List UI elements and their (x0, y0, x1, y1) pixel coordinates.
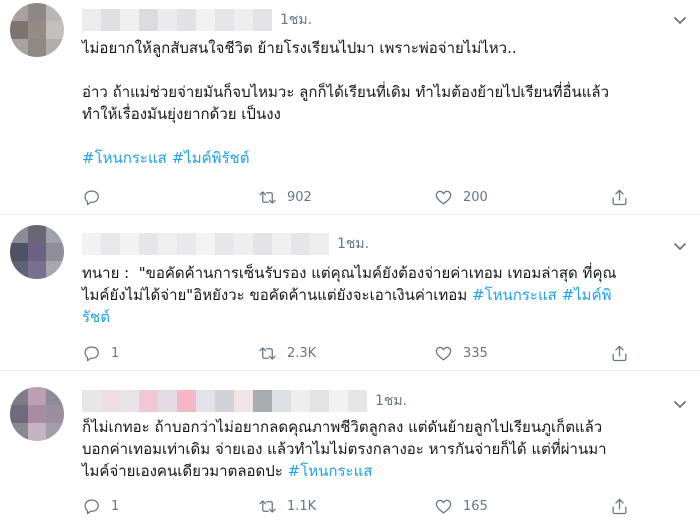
tweet-text: ก็ไม่เกทอะ ถ้าบอกว่าไม่อยากลดคุณภาพชีวิต… (82, 416, 682, 482)
share-icon (612, 498, 627, 515)
blurred-username[interactable] (82, 390, 367, 412)
reply-icon (84, 499, 99, 515)
author-row: 1ชม. (82, 233, 369, 255)
retweet-icon (259, 347, 276, 360)
like-button[interactable]: 335 (434, 344, 610, 363)
tweet-timestamp[interactable]: 1ชม. (337, 233, 369, 255)
reply-count: 1 (111, 499, 120, 514)
heart-icon (435, 346, 452, 361)
author-row: 1ชม. (82, 390, 407, 412)
tweet-text: ไม่อยากให้ลูกสับสนใจชีวิต ย้ายโรงเรียนไป… (82, 37, 682, 169)
retweet-button[interactable]: 1.1K (258, 497, 434, 516)
heart-icon (435, 190, 452, 205)
reply-button[interactable]: 1 (82, 344, 258, 363)
chevron-down-icon[interactable] (672, 396, 688, 412)
avatar[interactable] (10, 387, 64, 441)
retweet-button[interactable]: 902 (258, 188, 434, 207)
tweet[interactable]: 1ชม. ไม่อยากให้ลูกสับสนใจชีวิต ย้ายโรงเร… (0, 0, 700, 210)
hashtag-link[interactable]: #โหนกระแส (82, 149, 167, 167)
retweet-icon (259, 191, 276, 204)
tweet-actions: 1 1.1K 165 (82, 497, 629, 516)
share-button[interactable] (610, 497, 629, 516)
reply-button[interactable]: 1 (82, 497, 258, 516)
blurred-username[interactable] (82, 9, 272, 31)
tweet[interactable]: 1ชม. ทนาย : "ขอคัดค้านการเซ็นรับรอง แต่ค… (0, 215, 700, 367)
reply-icon (84, 190, 99, 206)
tweet-timestamp[interactable]: 1ชม. (375, 390, 407, 412)
tweet[interactable]: 1ชม. ก็ไม่เกทอะ ถ้าบอกว่าไม่อยากลดคุณภาพ… (0, 371, 700, 529)
chevron-down-icon[interactable] (672, 12, 688, 28)
tweet-actions: 902 200 (82, 188, 629, 207)
like-button[interactable]: 165 (434, 497, 610, 516)
retweet-count: 1.1K (287, 499, 317, 514)
tweet-text: ทนาย : "ขอคัดค้านการเซ็นรับรอง แต่คุณไมค… (82, 262, 682, 328)
avatar[interactable] (10, 225, 64, 279)
retweet-count: 902 (287, 190, 312, 205)
retweet-icon (259, 500, 276, 513)
like-count: 335 (463, 346, 488, 361)
tweet-actions: 1 2.3K 335 (82, 344, 629, 363)
like-button[interactable]: 200 (434, 188, 610, 207)
blurred-username[interactable] (82, 233, 329, 255)
share-button[interactable] (610, 188, 629, 207)
like-count: 200 (463, 190, 488, 205)
author-row: 1ชม. (82, 9, 312, 31)
reply-count: 1 (111, 346, 120, 361)
retweet-button[interactable]: 2.3K (258, 344, 434, 363)
avatar[interactable] (10, 3, 64, 57)
reply-icon (84, 346, 99, 362)
share-icon (612, 345, 627, 362)
hashtag-link[interactable]: #โหนกระแส (472, 286, 557, 304)
tweet-timestamp[interactable]: 1ชม. (280, 9, 312, 31)
share-icon (612, 189, 627, 206)
hashtag-link[interactable]: #โหนกระแส (288, 462, 373, 480)
share-button[interactable] (610, 344, 629, 363)
chevron-down-icon[interactable] (672, 238, 688, 254)
reply-button[interactable] (82, 188, 258, 207)
hashtag-link[interactable]: #ไมค์พิรัชต์ (172, 149, 250, 167)
like-count: 165 (463, 499, 488, 514)
retweet-count: 2.3K (287, 346, 317, 361)
heart-icon (435, 499, 452, 514)
tweet-text-body: ไม่อยากให้ลูกสับสนใจชีวิต ย้ายโรงเรียนไป… (82, 39, 609, 123)
